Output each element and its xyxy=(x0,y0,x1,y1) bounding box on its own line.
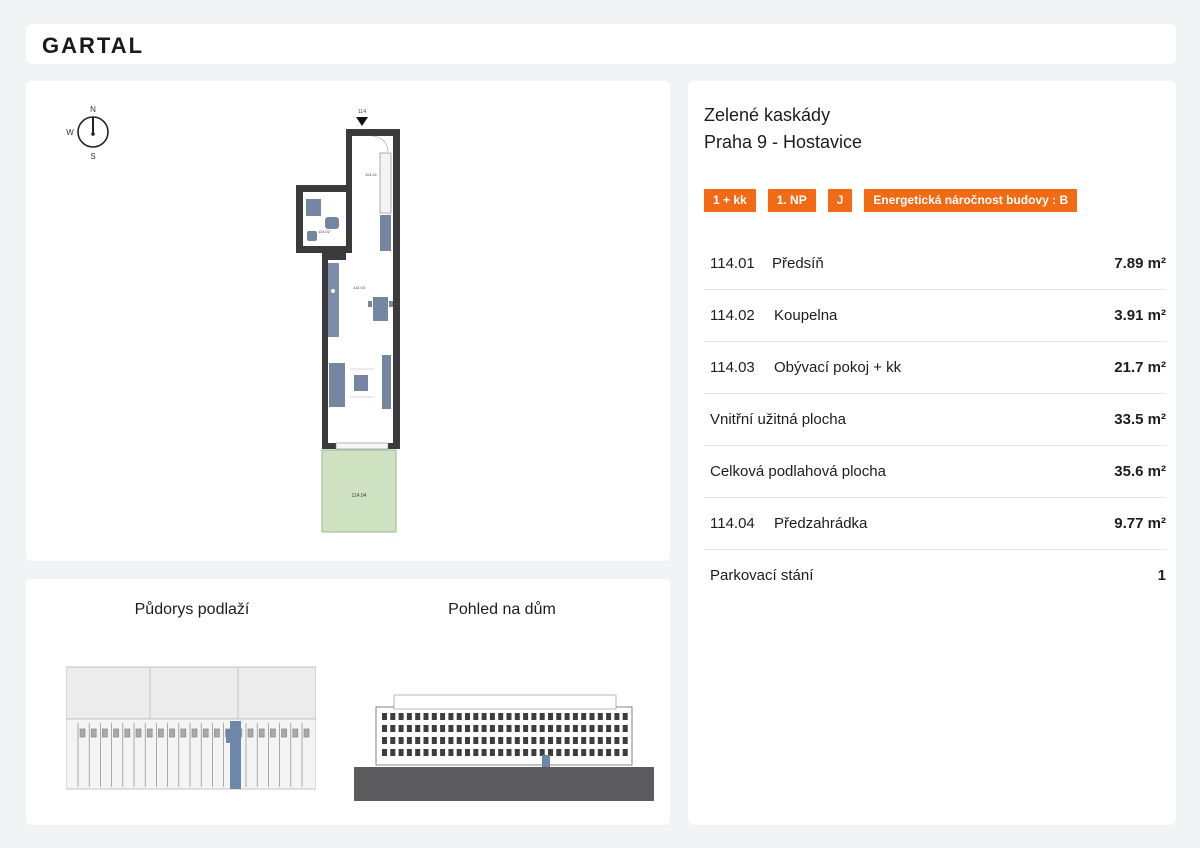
room-area: 7.89 m² xyxy=(1114,255,1166,272)
house-view-thumb-title: Pohled na dům xyxy=(448,601,556,618)
room-code: 114.02 xyxy=(710,307,755,324)
area-label: Vnitřní užitná plocha xyxy=(710,411,846,428)
table-row: Parkovací stání 1 xyxy=(704,550,1166,602)
top-bar: GARTAL xyxy=(26,24,1176,64)
thumbnails-panel: Půdorys podlaží Pohled na dům xyxy=(26,579,670,825)
house-view-thumbnail[interactable] xyxy=(354,685,656,801)
living-label: 114.03 xyxy=(353,285,366,290)
unit-badges: 1 + kk 1. NP J Energetická náročnost bud… xyxy=(704,189,1078,212)
room-area: 21.7 m² xyxy=(1114,359,1166,376)
project-location: Praha 9 - Hostavice xyxy=(704,132,863,152)
area-value: 1 xyxy=(1157,567,1166,584)
room-label: Koupelna xyxy=(774,307,838,324)
table-row: 114.04 Předzahrádka 9.77 m² xyxy=(704,498,1166,550)
bathroom-label: 114.02 xyxy=(318,229,331,234)
room-label: Obývací pokoj + kk xyxy=(774,359,902,376)
floor-plan-panel: N S E W 114 114.04 114.02 114.01 xyxy=(26,81,670,561)
compass-n: N xyxy=(90,105,96,114)
garden-area xyxy=(321,449,397,533)
area-value: 33.5 m² xyxy=(1114,411,1166,428)
floor-plan-thumb-title: Půdorys podlaží xyxy=(134,601,250,618)
area-table: 114.01 Předsíň 7.89 m² 114.02 Koupelna 3… xyxy=(704,238,1166,602)
table-row: 114.02 Koupelna 3.91 m² xyxy=(704,290,1166,342)
gartal-logo[interactable]: GARTAL xyxy=(42,33,144,59)
badge-energy-class: Energetická náročnost budovy : B xyxy=(864,189,1078,212)
garden-label: 114.04 xyxy=(352,493,367,499)
entrance-arrow-icon xyxy=(356,117,368,126)
table-row: Vnitřní užitná plocha 33.5 m² xyxy=(704,394,1166,446)
room-area: 9.77 m² xyxy=(1114,515,1166,532)
badge-floor: 1. NP xyxy=(767,189,816,212)
room-code: 114.01 xyxy=(710,255,755,272)
table-row: Celková podlahová plocha 35.6 m² xyxy=(704,446,1166,498)
compass-s: S xyxy=(90,152,95,161)
compass-w: W xyxy=(66,128,74,137)
hall-label: 114.01 xyxy=(365,172,378,177)
room-label: Předzahrádka xyxy=(774,515,868,532)
entrance-label: 114 xyxy=(358,109,366,115)
project-name: Zelené kaskády xyxy=(704,105,831,125)
table-row: 114.01 Předsíň 7.89 m² xyxy=(704,238,1166,290)
table-row: 114.03 Obývací pokoj + kk 21.7 m² xyxy=(704,342,1166,394)
apartment-floor-plan: 114 114.04 114.02 114.01 114.03 xyxy=(296,109,400,533)
floor-plan-thumbnail[interactable] xyxy=(66,665,316,791)
unit-info-panel: Zelené kaskády Praha 9 - Hostavice 1 + k… xyxy=(688,81,1176,825)
room-code: 114.03 xyxy=(710,359,755,376)
badge-layout: 1 + kk xyxy=(704,189,756,212)
room-label: Předsíň xyxy=(772,255,824,272)
room-code: 114.04 xyxy=(710,515,755,532)
area-label: Parkovací stání xyxy=(710,567,814,584)
room-area: 3.91 m² xyxy=(1114,307,1166,324)
area-label: Celková podlahová plocha xyxy=(710,463,886,480)
compass-icon: N S E W xyxy=(66,105,109,161)
badge-orientation: J xyxy=(827,189,853,212)
area-value: 35.6 m² xyxy=(1114,463,1166,480)
